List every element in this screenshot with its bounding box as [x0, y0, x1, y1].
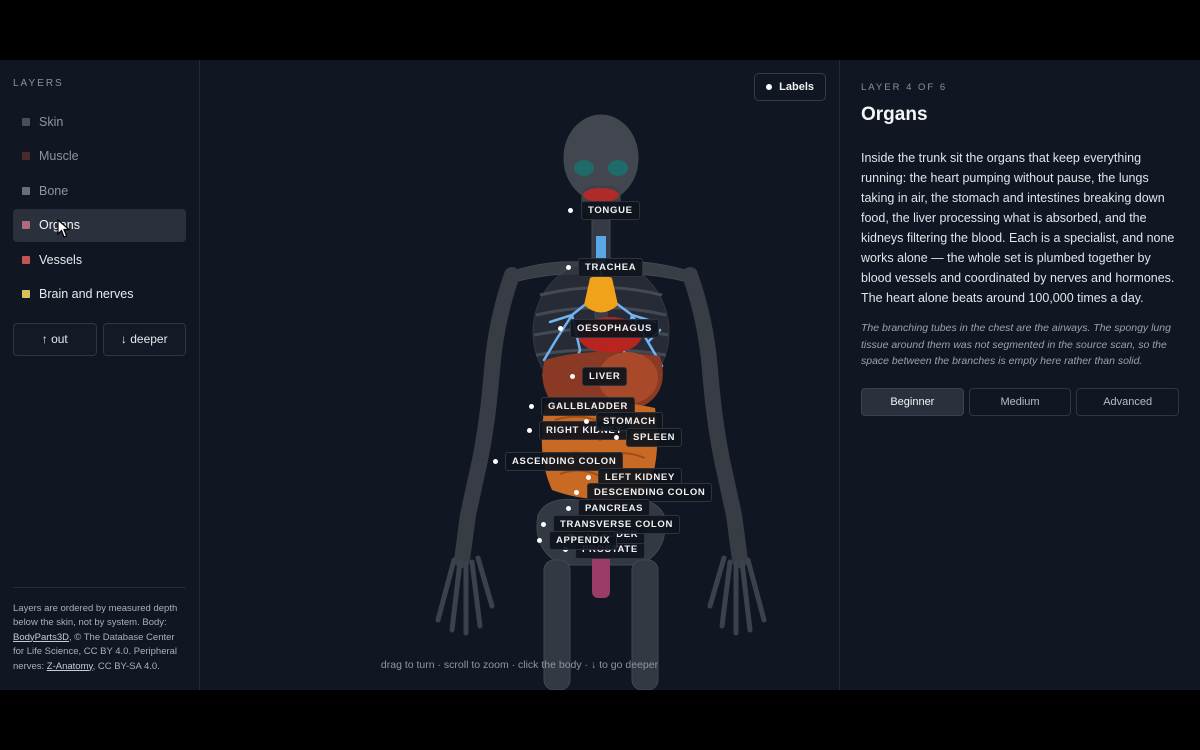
- layer-swatch-organs: [22, 221, 30, 229]
- layer-swatch-skin: [22, 117, 30, 126]
- pin-ascending-colon: [493, 459, 498, 464]
- pin-trachea: [566, 265, 571, 270]
- eye-left: [574, 160, 594, 176]
- z-anatomy-link[interactable]: Z-Anatomy: [47, 661, 93, 672]
- pin-appendix: [537, 538, 542, 543]
- label-liver[interactable]: LIVER: [582, 367, 628, 386]
- level-medium-button[interactable]: Medium: [968, 387, 1072, 416]
- pin-right-kidney: [527, 428, 532, 433]
- label-trachea[interactable]: TRACHEA: [578, 258, 644, 277]
- level-advanced-button[interactable]: Advanced: [1076, 387, 1180, 416]
- layer-item-muscle[interactable]: Muscle: [13, 140, 186, 173]
- pin-descending-colon: [574, 490, 579, 495]
- label-tongue[interactable]: TONGUE: [581, 201, 640, 220]
- layer-label: Muscle: [39, 149, 79, 163]
- pin-transverse-colon: [541, 522, 546, 527]
- pin-left-kidney: [586, 475, 591, 480]
- layers-sidebar: LAYERS Skin Muscle Bone Organs Vessels B…: [0, 60, 200, 690]
- layer-label: Brain and nerves: [39, 287, 134, 301]
- eye-right: [608, 160, 628, 176]
- layer-title: Organs: [861, 104, 928, 125]
- pin-oesophagus: [558, 326, 563, 331]
- label-appendix[interactable]: APPENDIX: [549, 531, 618, 550]
- layer-label: Skin: [39, 114, 64, 129]
- layer-description: Inside the trunk sit the organs that kee…: [861, 151, 1175, 305]
- bodyparts3d-link[interactable]: BodyParts3D: [13, 632, 69, 643]
- layer-item-bone[interactable]: Bone: [13, 174, 186, 207]
- pin-gallbladder: [529, 404, 534, 409]
- pin-stomach: [584, 419, 589, 424]
- layer-item-brain-and-nerves[interactable]: Brain and nerves: [13, 278, 186, 311]
- label-spleen[interactable]: SPLEEN: [626, 428, 683, 447]
- layer-item-vessels[interactable]: Vessels: [13, 243, 186, 276]
- layer-label: Bone: [39, 183, 69, 198]
- footer-text: Layers are ordered by measured depth bel…: [13, 602, 178, 629]
- layer-nav-buttons: ↑ out ↓ deeper: [13, 322, 186, 356]
- body-model[interactable]: [200, 60, 840, 690]
- controls-hint: drag to turn · scroll to zoom · click th…: [380, 659, 659, 671]
- pin-tongue: [568, 208, 573, 213]
- pin-pancreas: [566, 506, 571, 511]
- layers-title: LAYERS: [13, 78, 64, 89]
- layer-swatch-muscle: [22, 152, 30, 160]
- app-window: LAYERS Skin Muscle Bone Organs Vessels B…: [0, 60, 1200, 690]
- layer-step-indicator: LAYER 4 OF 6: [861, 82, 948, 93]
- footer-text: , CC BY-SA 4.0.: [92, 660, 160, 672]
- layer-note: The branching tubes in the chest are the…: [861, 322, 1171, 367]
- layer-item-organs[interactable]: Organs: [13, 208, 186, 242]
- deeper-button[interactable]: ↓ deeper: [102, 322, 186, 356]
- layer-swatch-brain-and-nerves: [22, 290, 30, 298]
- layer-info-panel: LAYER 4 OF 6 Organs Inside the trunk sit…: [840, 60, 1200, 690]
- level-beginner-button[interactable]: Beginner: [861, 387, 964, 416]
- label-oesophagus[interactable]: OESOPHAGUS: [570, 319, 660, 338]
- difficulty-selector: Beginner Medium Advanced: [861, 387, 1180, 416]
- attribution-footer: Layers are ordered by measured depth bel…: [13, 586, 186, 675]
- layer-swatch-bone: [22, 186, 30, 195]
- pin-liver: [570, 374, 575, 379]
- layer-item-skin[interactable]: Skin: [13, 105, 186, 138]
- mouse-cursor-icon: [57, 219, 71, 238]
- layer-swatch-vessels: [22, 255, 30, 264]
- layer-label: Vessels: [39, 252, 83, 267]
- anatomy-viewport[interactable]: TONGUE TRACHEA OESOPHAGUS LIVER GALLBLAD…: [200, 60, 840, 690]
- pin-spleen: [614, 435, 619, 440]
- labels-toggle-button[interactable]: Labels: [754, 73, 826, 101]
- tongue-organ[interactable]: [583, 188, 619, 202]
- labels-dot-icon: [766, 84, 773, 90]
- labels-button-label: Labels: [779, 81, 814, 93]
- out-button[interactable]: ↑ out: [13, 322, 97, 356]
